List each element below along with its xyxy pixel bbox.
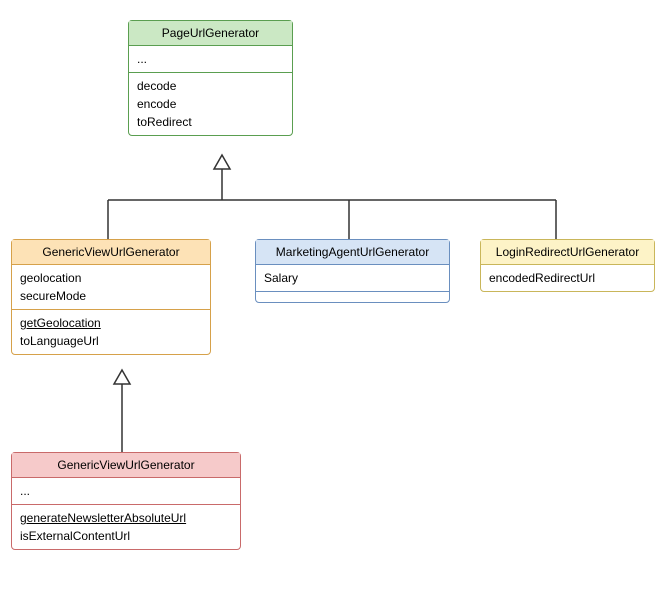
class-title: GenericViewUrlGenerator [12,240,210,265]
method-static: getGeolocation [20,314,202,332]
attributes-section: Salary [256,265,449,292]
class-page-url-generator: PageUrlGenerator ... decode encode toRed… [128,20,293,136]
method: encode [137,95,284,113]
methods-section [256,292,449,302]
method: decode [137,77,284,95]
methods-section: getGeolocation toLanguageUrl [12,310,210,354]
class-title: PageUrlGenerator [129,21,292,46]
class-marketing-agent-url-generator: MarketingAgentUrlGenerator Salary [255,239,450,303]
method: toRedirect [137,113,284,131]
attr: geolocation [20,269,202,287]
attributes-section: encodedRedirectUrl [481,265,654,291]
methods-section: generateNewsletterAbsoluteUrl isExternal… [12,505,240,549]
attributes-section: geolocation secureMode [12,265,210,310]
attr: secureMode [20,287,202,305]
class-generic-view-url-generator: GenericViewUrlGenerator geolocation secu… [11,239,211,355]
method-static: generateNewsletterAbsoluteUrl [20,509,232,527]
class-login-redirect-url-generator: LoginRedirectUrlGenerator encodedRedirec… [480,239,655,292]
method: toLanguageUrl [20,332,202,350]
method: isExternalContentUrl [20,527,232,545]
class-generic-view-url-generator-2: GenericViewUrlGenerator ... generateNews… [11,452,241,550]
attr: encodedRedirectUrl [489,269,646,287]
attr-ellipsis: ... [137,50,284,68]
class-title: LoginRedirectUrlGenerator [481,240,654,265]
attr-ellipsis: ... [20,482,232,500]
methods-section: decode encode toRedirect [129,73,292,135]
attributes-section: ... [129,46,292,73]
class-title: MarketingAgentUrlGenerator [256,240,449,265]
class-title: GenericViewUrlGenerator [12,453,240,478]
attr: Salary [264,269,441,287]
attributes-section: ... [12,478,240,505]
